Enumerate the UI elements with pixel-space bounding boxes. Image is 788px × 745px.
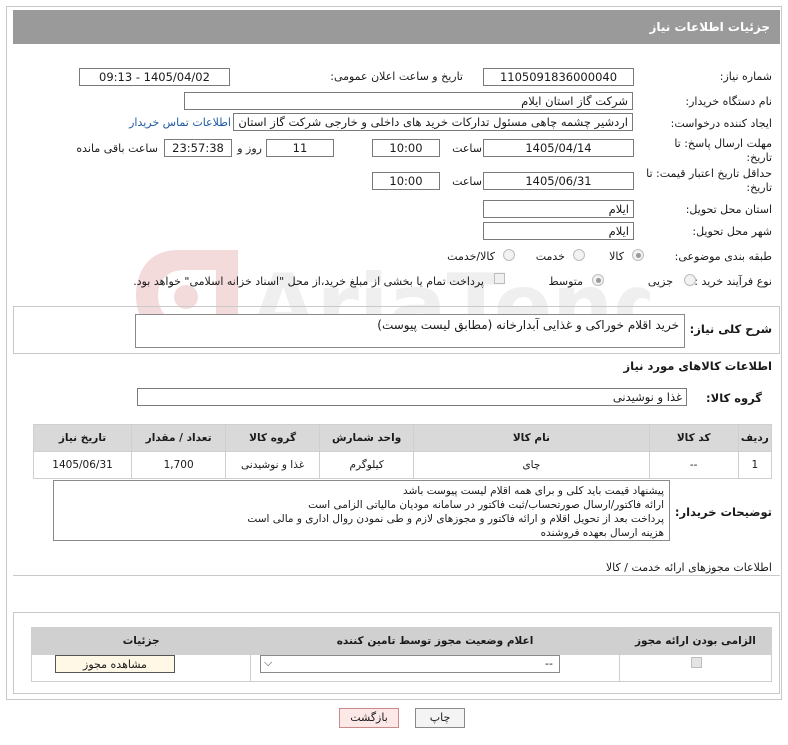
buyer-contact-link[interactable]: اطلاعات تماس خریدار <box>129 116 231 129</box>
buyer-note-line: هزینه ارسال بعهده فروشنده <box>540 527 664 539</box>
cell-unit: کیلوگرم <box>319 451 415 479</box>
purchase-option-minor: جزیی <box>647 275 673 288</box>
announce-label: تاریخ و ساعت اعلان عمومی: <box>330 70 463 83</box>
col-qty: تعداد / مقدار <box>131 424 227 452</box>
buyer-notes-label: توضیحات خریدار: <box>674 505 772 519</box>
treasury-checkbox[interactable] <box>494 273 505 284</box>
cell-date: 1405/06/31 <box>32 451 133 479</box>
category-radio-goods[interactable] <box>632 249 644 261</box>
col-unit: واحد شمارش <box>319 424 415 452</box>
goods-table: ردیف کد کالا نام کالا واحد شمارش گروه کا… <box>32 424 773 479</box>
city-field: ایلام <box>483 222 634 240</box>
col-date: تاریخ نیاز <box>32 424 133 452</box>
buyer-note-line: ارائه فاکتور/ارسال صورتحساب/ثبت فاکتور د… <box>308 499 664 511</box>
creator-field: اردشیر چشمه چاهی مسئول تدارکات خرید های … <box>233 113 633 131</box>
need-number-label: شماره نیاز: <box>719 70 772 83</box>
col-name: نام کالا <box>413 424 650 452</box>
table-row: 1 -- چای کیلوگرم غذا و نوشیدنی 1,700 140… <box>32 451 773 479</box>
cell-name: چای <box>413 451 650 479</box>
permit-status-select[interactable]: -- ⌵ <box>260 655 560 673</box>
purchase-radio-minor[interactable] <box>684 274 696 286</box>
creator-label: ایجاد کننده درخواست: <box>670 117 772 130</box>
goods-table-header: ردیف کد کالا نام کالا واحد شمارش گروه کا… <box>32 424 773 452</box>
purchase-radio-medium[interactable] <box>592 274 604 286</box>
validity-label: حداقل تاریخ اعتبار قیمت: تا تاریخ: <box>646 167 772 194</box>
validity-date-field: 1405/06/31 <box>483 172 634 190</box>
category-option-both: کالا/خدمت <box>447 250 495 263</box>
deadline-label: مهلت ارسال پاسخ: تا تاریخ: <box>674 137 772 164</box>
cell-group: غذا و نوشیدنی <box>225 451 321 479</box>
permits-title: اطلاعات مجوزهای ارائه خدمت / کالا <box>605 561 772 574</box>
goods-section-title: اطلاعات کالاهای مورد نیاز <box>623 359 772 373</box>
goods-group-field: غذا و نوشیدنی <box>137 388 687 406</box>
category-option-service: خدمت <box>535 250 565 263</box>
description-label: شرح کلی نیاز: <box>689 322 772 336</box>
treasury-note: پرداخت تمام یا بخشی از مبلغ خرید،از محل … <box>133 275 484 288</box>
need-number-field: 1105091836000040 <box>483 68 634 86</box>
announce-datetime-field: 1405/04/02 - 09:13 <box>79 68 230 86</box>
buyer-note-line: پیشنهاد قیمت باید کلی و برای همه اقلام ل… <box>402 485 664 497</box>
description-textarea[interactable]: خرید اقلام خوراکی و غذایی آبدارخانه (مطا… <box>135 314 685 348</box>
page-title: جزئیات اطلاعات نیاز <box>13 10 780 44</box>
deadline-hour-label: ساعت <box>452 142 482 155</box>
purchase-type-label: نوع فرآیند خرید : <box>694 275 772 288</box>
col-group: گروه کالا <box>225 424 321 452</box>
deadline-time-field: 10:00 <box>372 139 440 157</box>
province-field: ایلام <box>483 200 634 218</box>
col-details: جزئیات <box>30 627 252 655</box>
view-permit-button[interactable]: مشاهده مجوز <box>55 655 175 673</box>
goods-group-label: گروه کالا: <box>706 391 762 405</box>
buyer-org-field: شرکت گاز استان ایلام <box>184 92 633 110</box>
col-row: ردیف <box>737 424 773 452</box>
deadline-date-field: 1405/04/14 <box>483 139 634 157</box>
back-button[interactable]: بازگشت <box>339 708 399 728</box>
cell-row: 1 <box>737 451 773 479</box>
days-remaining-field: 11 <box>266 139 334 157</box>
permit-required-checkbox[interactable] <box>691 657 702 668</box>
days-label: روز و <box>237 142 262 155</box>
province-label: استان محل تحویل: <box>685 203 772 216</box>
category-option-goods: کالا <box>609 250 624 263</box>
buyer-notes-textarea[interactable]: پیشنهاد قیمت باید کلی و برای همه اقلام ل… <box>53 480 670 541</box>
remaining-label: ساعت باقی مانده <box>76 142 158 155</box>
col-required: الزامی بودن ارائه مجوز <box>618 627 773 655</box>
cell-qty: 1,700 <box>131 451 227 479</box>
purchase-option-medium: متوسط <box>548 275 583 288</box>
chevron-down-icon: ⌵ <box>264 656 273 669</box>
buyer-note-line: پرداخت بعد از تحویل اقلام و ارائه فاکتور… <box>247 513 664 525</box>
validity-time-field: 10:00 <box>372 172 440 190</box>
category-radio-both[interactable] <box>503 249 515 261</box>
category-label: طبقه بندی موضوعی: <box>674 250 772 263</box>
remaining-time-field: 23:57:38 <box>164 139 232 157</box>
category-radio-service[interactable] <box>573 249 585 261</box>
permits-table-header: الزامی بودن ارائه مجوز اعلام وضعیت مجوز … <box>30 627 773 655</box>
permits-divider <box>13 575 780 576</box>
city-label: شهر محل تحویل: <box>692 225 772 238</box>
buyer-org-label: نام دستگاه خریدار: <box>685 95 772 108</box>
col-status: اعلام وضعیت مجوز توسط تامین کننده <box>250 627 620 655</box>
print-button[interactable]: چاپ <box>415 708 465 728</box>
validity-hour-label: ساعت <box>452 175 482 188</box>
permit-status-value: -- <box>545 657 553 670</box>
col-code: کد کالا <box>648 424 739 452</box>
cell-code: -- <box>648 451 739 479</box>
